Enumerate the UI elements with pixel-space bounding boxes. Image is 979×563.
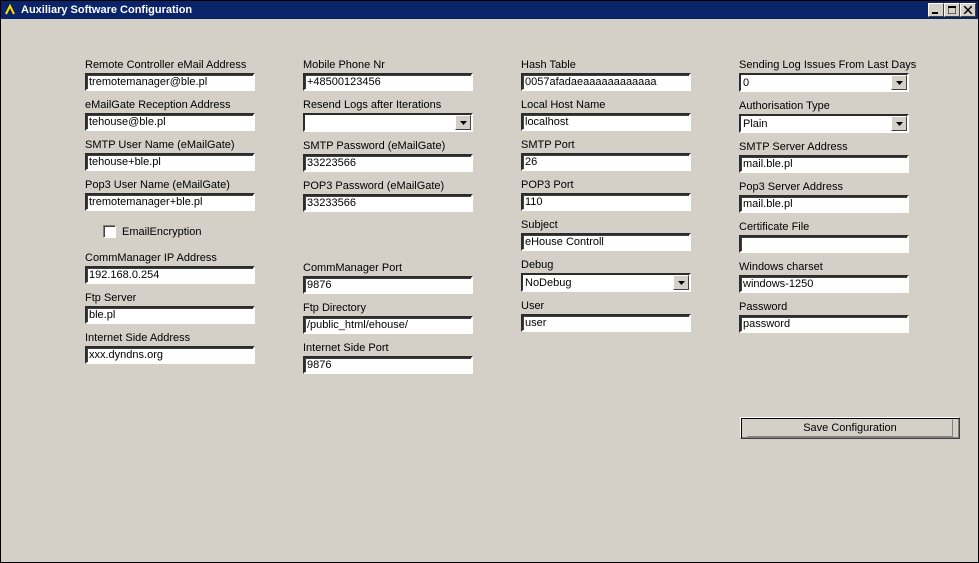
user-input[interactable]	[521, 314, 691, 332]
column-4: Sending Log Issues From Last Days Author…	[739, 59, 911, 382]
hash-table-label: Hash Table	[521, 59, 693, 71]
auth-type-value[interactable]	[741, 116, 891, 131]
remote-controller-email-label: Remote Controller eMail Address	[85, 59, 257, 71]
pop3-password-input[interactable]	[303, 194, 473, 212]
chevron-down-icon	[460, 121, 467, 125]
subject-label: Subject	[521, 219, 693, 231]
ftp-server-input[interactable]	[85, 306, 255, 324]
save-configuration-label: Save Configuration	[747, 419, 953, 437]
debug-value[interactable]	[523, 275, 673, 290]
save-configuration-button[interactable]: Save Configuration	[740, 417, 960, 439]
auth-type-dropdown-button[interactable]	[891, 116, 907, 131]
mobile-phone-label: Mobile Phone Nr	[303, 59, 475, 71]
smtp-password-label: SMTP Password (eMailGate)	[303, 140, 475, 152]
column-2: Mobile Phone Nr Resend Logs after Iterat…	[303, 59, 475, 382]
windows-charset-label: Windows charset	[739, 261, 911, 273]
log-days-value[interactable]	[741, 75, 891, 90]
password-input[interactable]	[739, 315, 909, 333]
ftp-directory-input[interactable]	[303, 316, 473, 334]
subject-input[interactable]	[521, 233, 691, 251]
user-label: User	[521, 300, 693, 312]
minimize-button[interactable]	[928, 3, 944, 17]
certificate-file-label: Certificate File	[739, 221, 911, 233]
internet-side-address-label: Internet Side Address	[85, 332, 257, 344]
resend-logs-dropdown-button[interactable]	[455, 115, 471, 130]
remote-controller-email-input[interactable]	[85, 73, 255, 91]
smtp-port-input[interactable]	[521, 153, 691, 171]
pop3-user-label: Pop3 User Name (eMailGate)	[85, 179, 257, 191]
chevron-down-icon	[896, 122, 903, 126]
commmanager-port-input[interactable]	[303, 276, 473, 294]
email-encryption-label: EmailEncryption	[122, 226, 201, 238]
close-button[interactable]	[960, 3, 976, 17]
smtp-port-label: SMTP Port	[521, 139, 693, 151]
smtp-password-input[interactable]	[303, 154, 473, 172]
internet-side-port-label: Internet Side Port	[303, 342, 475, 354]
smtp-server-label: SMTP Server Address	[739, 141, 911, 153]
password-label: Password	[739, 301, 911, 313]
local-host-name-input[interactable]	[521, 113, 691, 131]
window-title: Auxiliary Software Configuration	[21, 4, 928, 16]
debug-dropdown-button[interactable]	[673, 275, 689, 290]
resend-logs-label: Resend Logs after Iterations	[303, 99, 475, 111]
pop3-password-label: POP3 Password (eMailGate)	[303, 180, 475, 192]
chevron-down-icon	[896, 81, 903, 85]
email-encryption-checkbox[interactable]	[103, 225, 116, 238]
windows-charset-input[interactable]	[739, 275, 909, 293]
emailgate-reception-label: eMailGate Reception Address	[85, 99, 257, 111]
internet-side-port-input[interactable]	[303, 356, 473, 374]
config-window: Auxiliary Software Configuration Remote …	[0, 0, 979, 563]
app-icon	[3, 3, 17, 17]
debug-combo[interactable]	[521, 273, 691, 292]
log-days-label: Sending Log Issues From Last Days	[739, 59, 911, 71]
chevron-down-icon	[678, 281, 685, 285]
auth-type-label: Authorisation Type	[739, 100, 911, 112]
resend-logs-value[interactable]	[305, 115, 455, 130]
resend-logs-combo[interactable]	[303, 113, 473, 132]
pop3-server-input[interactable]	[739, 195, 909, 213]
emailgate-reception-input[interactable]	[85, 113, 255, 131]
ftp-server-label: Ftp Server	[85, 292, 257, 304]
mobile-phone-input[interactable]	[303, 73, 473, 91]
client-area: Remote Controller eMail Address eMailGat…	[1, 19, 978, 562]
commmanager-port-label: CommManager Port	[303, 262, 475, 274]
commmanager-ip-label: CommManager IP Address	[85, 252, 257, 264]
maximize-button[interactable]	[944, 3, 960, 17]
smtp-server-input[interactable]	[739, 155, 909, 173]
debug-label: Debug	[521, 259, 693, 271]
pop3-server-label: Pop3 Server Address	[739, 181, 911, 193]
titlebar: Auxiliary Software Configuration	[1, 1, 978, 19]
pop3-port-input[interactable]	[521, 193, 691, 211]
column-3: Hash Table Local Host Name SMTP Port POP…	[521, 59, 693, 382]
log-days-combo[interactable]	[739, 73, 909, 92]
pop3-user-input[interactable]	[85, 193, 255, 211]
ftp-directory-label: Ftp Directory	[303, 302, 475, 314]
local-host-name-label: Local Host Name	[521, 99, 693, 111]
commmanager-ip-input[interactable]	[85, 266, 255, 284]
auth-type-combo[interactable]	[739, 114, 909, 133]
pop3-port-label: POP3 Port	[521, 179, 693, 191]
column-1: Remote Controller eMail Address eMailGat…	[85, 59, 257, 382]
smtp-user-label: SMTP User Name (eMailGate)	[85, 139, 257, 151]
certificate-file-input[interactable]	[739, 235, 909, 253]
log-days-dropdown-button[interactable]	[891, 75, 907, 90]
internet-side-address-input[interactable]	[85, 346, 255, 364]
smtp-user-input[interactable]	[85, 153, 255, 171]
hash-table-input[interactable]	[521, 73, 691, 91]
